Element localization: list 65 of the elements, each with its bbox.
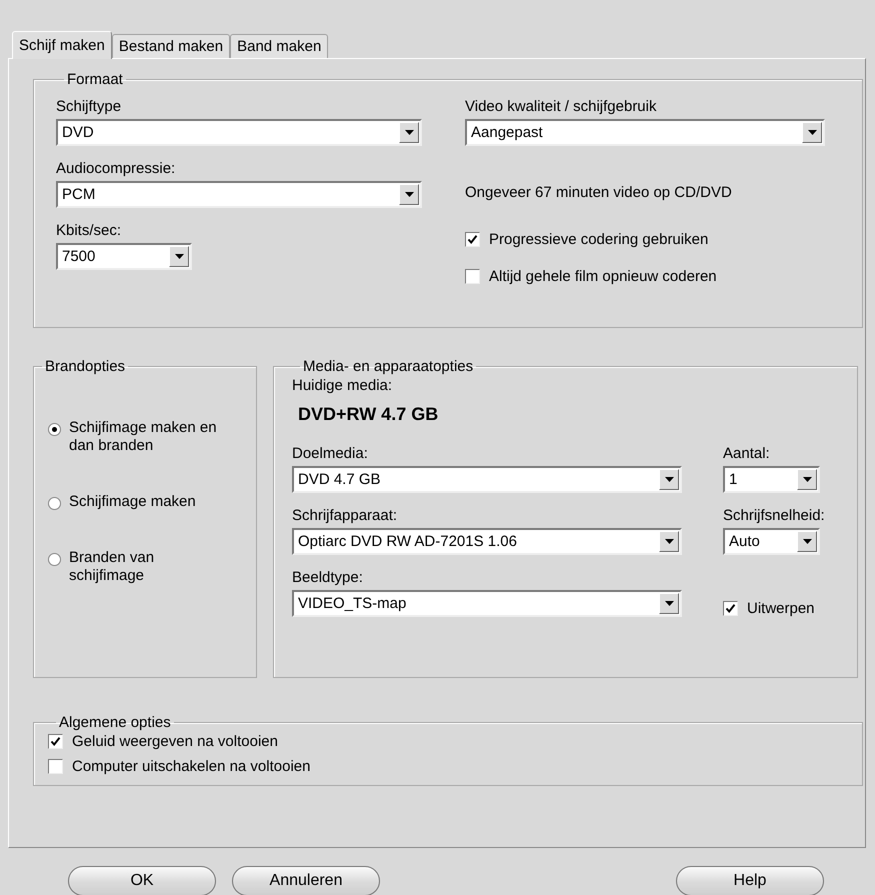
- caret-icon: [404, 192, 414, 197]
- caret-icon: [808, 130, 816, 135]
- field-label: Doelmedia:: [292, 445, 368, 463]
- dropdown-button[interactable]: [659, 531, 679, 552]
- radio-label: Schijfimage maken: [69, 493, 197, 511]
- checkbox-label: Computer uitschakelen na voltooien: [72, 758, 310, 775]
- field-label: Schijftype: [56, 98, 122, 116]
- caret-icon: [802, 477, 812, 482]
- field-label: Kbits/sec:: [56, 222, 122, 240]
- dropdown-button[interactable]: [169, 246, 189, 267]
- dropdown[interactable]: 7500: [56, 243, 192, 270]
- dropdown[interactable]: 1: [723, 466, 820, 493]
- dropdown-button[interactable]: [802, 122, 822, 143]
- group-title: Brandopties: [44, 358, 126, 375]
- field-label: Schrijfapparaat:: [292, 507, 398, 525]
- caret-icon: [664, 477, 674, 482]
- checkbox[interactable]: [465, 232, 480, 247]
- dropdown[interactable]: Auto: [723, 528, 820, 555]
- dropdown-button[interactable]: [659, 593, 679, 614]
- field-label: Beeldtype:: [292, 569, 363, 587]
- checkbox[interactable]: [48, 759, 63, 774]
- radio-button[interactable]: [48, 553, 61, 566]
- checkbox-label: Geluid weergeven na voltooien: [72, 733, 278, 750]
- dropdown[interactable]: Aangepast: [465, 119, 825, 146]
- dropdown-button[interactable]: [797, 531, 817, 552]
- dropdown[interactable]: DVD 4.7 GB: [292, 466, 682, 493]
- tab[interactable]: Band maken: [230, 34, 328, 58]
- checkbox-label: Uitwerpen: [747, 600, 815, 617]
- dialog-button[interactable]: Annuleren: [232, 866, 380, 895]
- field-label: Huidige media:: [292, 377, 392, 395]
- caret-icon: [174, 254, 184, 259]
- caret-icon: [802, 539, 812, 544]
- group-title: Algemene opties: [58, 714, 172, 731]
- caret-icon: [664, 601, 674, 606]
- radio-button[interactable]: [48, 423, 61, 436]
- checkbox-label: Progressieve codering gebruiken: [489, 231, 708, 248]
- checkbox[interactable]: [48, 734, 63, 749]
- tab[interactable]: Schijf maken: [12, 31, 112, 59]
- dropdown[interactable]: Optiarc DVD RW AD-7201S 1.06: [292, 528, 682, 555]
- dropdown-button[interactable]: [399, 122, 419, 143]
- field-label: Audiocompressie:: [56, 160, 176, 178]
- checkbox[interactable]: [465, 269, 480, 284]
- current-media-text: DVD+RW 4.7 GB: [298, 404, 438, 425]
- dropdown-button[interactable]: [399, 184, 419, 205]
- group-title: Media- en apparaatopties: [302, 358, 474, 375]
- info-text: Ongeveer 67 minuten video op CD/DVD: [465, 184, 732, 201]
- tab[interactable]: Bestand maken: [112, 34, 230, 58]
- dropdown[interactable]: DVD: [56, 119, 422, 146]
- checkbox[interactable]: [723, 601, 738, 616]
- radio-label: Branden van schijfimage: [69, 549, 156, 585]
- dropdown[interactable]: PCM: [56, 181, 422, 208]
- dropdown-button[interactable]: [659, 469, 679, 490]
- checkbox-label: Altijd gehele film opnieuw coderen: [489, 268, 717, 285]
- group-title: Formaat: [66, 71, 124, 88]
- radio-label: Schijfimage maken en dan branden: [69, 419, 218, 455]
- dialog-button[interactable]: Help: [676, 866, 824, 895]
- caret-icon: [664, 539, 674, 544]
- dropdown[interactable]: VIDEO_TS-map: [292, 590, 682, 617]
- field-label: Schrijfsnelheid:: [723, 507, 825, 525]
- caret-icon: [404, 130, 414, 135]
- dialog-button[interactable]: OK: [68, 866, 216, 895]
- field-label: Video kwaliteit / schijfgebruik: [465, 98, 656, 116]
- dropdown-button[interactable]: [797, 469, 817, 490]
- field-label: Aantal:: [723, 445, 770, 463]
- radio-button[interactable]: [48, 497, 61, 510]
